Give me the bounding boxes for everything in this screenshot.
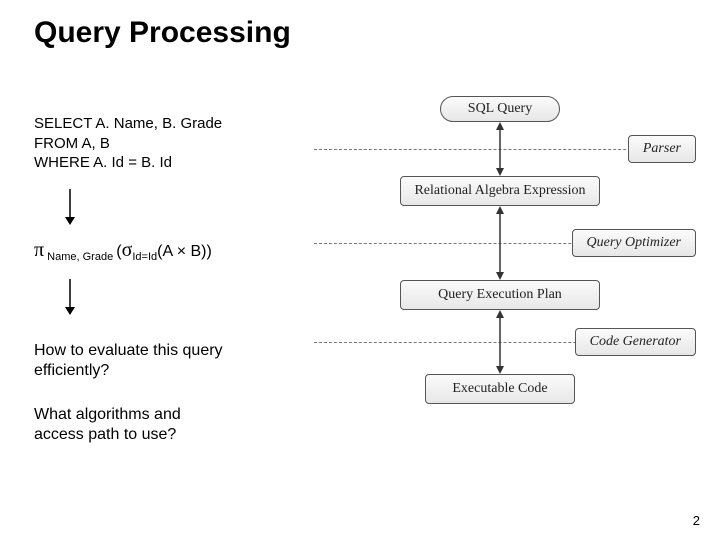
sql-line-2: FROM A, B <box>34 134 314 154</box>
flow-diagram: SQL Query Parser Relational Algebra Expr… <box>314 88 686 404</box>
phase-label-codegen: Code Generator <box>575 328 696 356</box>
sql-block: SELECT A. Name, B. Grade FROM A, B WHERE… <box>34 114 314 173</box>
phase-parser: Parser <box>314 122 686 176</box>
stage-relational-algebra: Relational Algebra Expression <box>400 176 600 206</box>
right-column: SQL Query Parser Relational Algebra Expr… <box>314 88 686 445</box>
question-1-line-2: efficiently? <box>34 361 314 381</box>
pi-subscript: Name, Grade <box>44 251 116 263</box>
phase-optimizer: Query Optimizer <box>314 206 686 280</box>
page-number: 2 <box>693 513 700 528</box>
ra-inner: (A × B)) <box>157 243 212 260</box>
sql-line-1: SELECT A. Name, B. Grade <box>34 114 314 134</box>
sigma-symbol: σ <box>122 239 133 261</box>
question-2: What algorithms and access path to use? <box>34 405 314 445</box>
question-1-line-1: How to evaluate this query <box>34 341 314 361</box>
question-2-line-2: access path to use? <box>34 425 314 445</box>
stage-execution-plan: Query Execution Plan <box>400 280 600 310</box>
arrow-down-icon <box>64 279 314 315</box>
slide-title: Query Processing <box>34 16 686 50</box>
left-column: SELECT A. Name, B. Grade FROM A, B WHERE… <box>34 88 314 445</box>
stage-sql-query: SQL Query <box>440 96 560 122</box>
sigma-subscript: Id=Id <box>132 251 157 263</box>
sql-line-3: WHERE A. Id = B. Id <box>34 153 314 173</box>
arrow-down-icon <box>64 189 314 225</box>
stage-executable-code: Executable Code <box>425 374 575 404</box>
question-1: How to evaluate this query efficiently? <box>34 341 314 381</box>
question-2-line-1: What algorithms and <box>34 405 314 425</box>
phase-label-optimizer: Query Optimizer <box>572 229 697 257</box>
pi-symbol: π <box>34 239 44 261</box>
relational-algebra: π Name, Grade (σId=Id(A × B)) <box>34 239 314 263</box>
phase-label-parser: Parser <box>628 135 696 163</box>
phase-codegen: Code Generator <box>314 310 686 374</box>
